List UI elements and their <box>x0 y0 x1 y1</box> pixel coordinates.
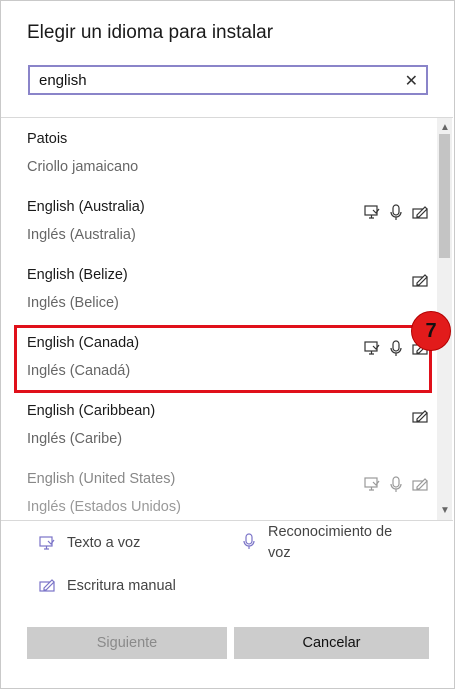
legend-speech-recognition-line1: Reconocimiento de <box>268 524 393 540</box>
text-to-speech-legend-icon <box>38 534 56 552</box>
scrollbar-thumb[interactable] <box>439 134 450 258</box>
scroll-up-icon[interactable]: ▲ <box>440 122 450 133</box>
handwriting-legend-icon <box>38 576 56 594</box>
language-name: English (Canada) <box>27 335 140 351</box>
list-item[interactable]: Patois Criollo jamaicano <box>1 121 437 189</box>
clear-icon[interactable]: ✕ <box>405 71 418 91</box>
legend-handwriting: Escritura manual <box>67 578 176 594</box>
microphone-icon <box>387 475 405 493</box>
list-item[interactable]: English (United States) Inglés (Estados … <box>1 461 437 520</box>
list-item[interactable]: English (Belize) Inglés (Belice) <box>1 257 437 325</box>
language-native-name: Inglés (Belice) <box>27 295 119 311</box>
scroll-down-icon[interactable]: ▼ <box>440 505 450 516</box>
language-list[interactable]: Patois Criollo jamaicano English (Austra… <box>1 117 453 521</box>
language-native-name: Inglés (Estados Unidos) <box>27 499 181 515</box>
language-name: Patois <box>27 131 68 147</box>
handwriting-icon <box>411 407 429 425</box>
search-input[interactable] <box>30 67 399 93</box>
language-name: English (Caribbean) <box>27 403 156 419</box>
language-name: English (Australia) <box>27 199 145 215</box>
language-name: English (Belize) <box>27 267 128 283</box>
speech-recognition-legend-icon <box>240 532 258 550</box>
list-item[interactable]: English (Caribbean) Inglés (Caribe) <box>1 393 437 461</box>
microphone-icon <box>387 203 405 221</box>
text-to-speech-icon <box>363 203 381 221</box>
language-native-name: Criollo jamaicano <box>27 159 139 175</box>
handwriting-icon <box>411 475 429 493</box>
next-button[interactable]: Siguiente <box>27 627 227 659</box>
legend-text-to-speech: Texto a voz <box>67 535 141 551</box>
list-item[interactable]: English (Canada) Inglés (Canadá) <box>1 325 437 393</box>
cancel-button[interactable]: Cancelar <box>234 627 429 659</box>
language-native-name: Inglés (Canadá) <box>27 363 131 379</box>
annotation-step-badge: 7 <box>411 311 451 351</box>
language-native-name: Inglés (Australia) <box>27 227 136 243</box>
list-item[interactable]: English (Australia) Inglés (Australia) <box>1 189 437 257</box>
legend-speech-recognition-line2: voz <box>268 545 291 561</box>
text-to-speech-icon <box>363 339 381 357</box>
microphone-icon <box>387 339 405 357</box>
text-to-speech-icon <box>363 475 381 493</box>
handwriting-icon <box>411 203 429 221</box>
dialog-title: Elegir un idioma para instalar <box>27 22 274 43</box>
language-name: English (United States) <box>27 471 176 487</box>
search-box[interactable]: ✕ <box>28 65 428 95</box>
language-native-name: Inglés (Caribe) <box>27 431 123 447</box>
handwriting-icon <box>411 271 429 289</box>
